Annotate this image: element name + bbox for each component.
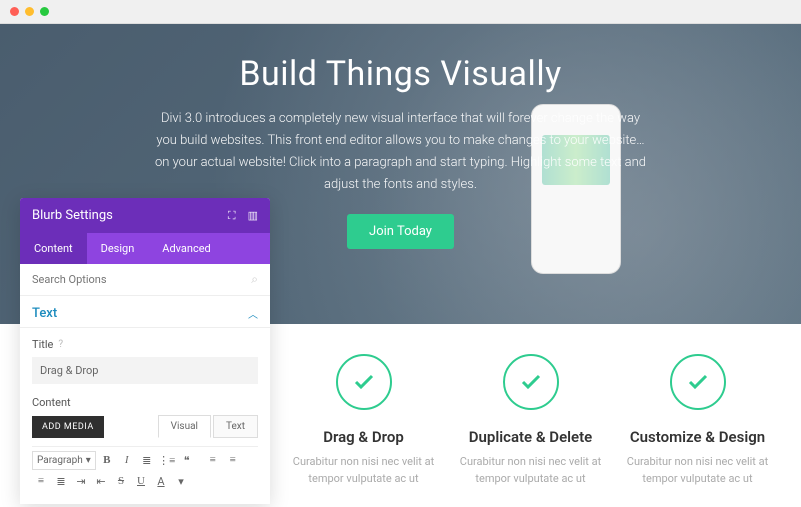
- help-icon[interactable]: ?: [58, 339, 63, 350]
- search-icon[interactable]: ⌕: [251, 272, 258, 287]
- align-justify-icon[interactable]: ≣: [52, 472, 70, 490]
- checkmark-icon: [503, 354, 559, 410]
- feature-desc: Curabitur non nisi nec velit at tempor v…: [290, 454, 437, 487]
- feature-title: Drag & Drop: [290, 428, 437, 446]
- checkmark-icon: [336, 354, 392, 410]
- underline-icon[interactable]: U: [132, 472, 150, 490]
- text-color-icon[interactable]: A: [152, 472, 170, 490]
- panel-body: Title ? Content ADD MEDIA Visual Text Pa…: [20, 328, 270, 504]
- format-select[interactable]: Paragraph▾: [32, 451, 96, 470]
- add-media-button[interactable]: ADD MEDIA: [32, 416, 104, 438]
- feature-item: Drag & Drop Curabitur non nisi nec velit…: [280, 354, 447, 487]
- panel-header: Blurb Settings ⛶ ▥: [20, 198, 270, 233]
- bold-icon[interactable]: B: [98, 451, 116, 469]
- expand-icon[interactable]: ⛶: [228, 209, 236, 223]
- window-titlebar: [0, 0, 801, 24]
- zoom-dot[interactable]: [40, 7, 49, 16]
- search-row: ⌕: [20, 264, 270, 296]
- tab-advanced[interactable]: Advanced: [148, 233, 224, 264]
- checkmark-icon: [670, 354, 726, 410]
- hero-description: Divi 3.0 introduces a completely new vis…: [151, 108, 651, 196]
- blurb-settings-panel: Blurb Settings ⛶ ▥ Content Design Advanc…: [20, 198, 270, 504]
- bullet-list-icon[interactable]: ≣: [138, 451, 156, 469]
- feature-desc: Curabitur non nisi nec velit at tempor v…: [457, 454, 604, 487]
- feature-title: Customize & Design: [624, 428, 771, 446]
- minimize-dot[interactable]: [25, 7, 34, 16]
- tab-design[interactable]: Design: [87, 233, 149, 264]
- panel-tabs: Content Design Advanced: [20, 233, 270, 264]
- content-label: Content: [32, 396, 258, 409]
- align-left-icon[interactable]: ≡: [204, 451, 222, 469]
- editor-tab-visual[interactable]: Visual: [158, 415, 211, 438]
- feature-item: Duplicate & Delete Curabitur non nisi ne…: [447, 354, 614, 487]
- title-label-row: Title ?: [32, 338, 258, 351]
- title-label: Title: [32, 338, 53, 351]
- search-input[interactable]: [32, 273, 251, 286]
- more-icon[interactable]: ▾: [172, 472, 190, 490]
- tab-content[interactable]: Content: [20, 233, 87, 264]
- feature-title: Duplicate & Delete: [457, 428, 604, 446]
- editor-toolbar: Paragraph▾ B I ≣ ⋮≡ ❝ ≡ ≡ ≡ ≣ ⇥ ⇤ S U A …: [32, 446, 258, 494]
- italic-icon[interactable]: I: [118, 451, 136, 469]
- editor-tab-text[interactable]: Text: [213, 415, 258, 438]
- indent-icon[interactable]: ⇥: [72, 472, 90, 490]
- strikethrough-icon[interactable]: S: [112, 472, 130, 490]
- outdent-icon[interactable]: ⇤: [92, 472, 110, 490]
- feature-item: Customize & Design Curabitur non nisi ne…: [614, 354, 781, 487]
- feature-desc: Curabitur non nisi nec velit at tempor v…: [624, 454, 771, 487]
- text-section-header[interactable]: Text ︿: [20, 296, 270, 328]
- chevron-up-icon[interactable]: ︿: [248, 306, 258, 321]
- columns-icon[interactable]: ▥: [248, 209, 258, 223]
- quote-icon[interactable]: ❝: [178, 451, 196, 469]
- panel-title: Blurb Settings: [32, 208, 113, 223]
- align-center-icon[interactable]: ≡: [224, 451, 242, 469]
- numbered-list-icon[interactable]: ⋮≡: [158, 451, 176, 469]
- title-input[interactable]: [32, 357, 258, 384]
- close-dot[interactable]: [10, 7, 19, 16]
- section-label: Text: [32, 306, 57, 321]
- join-today-button[interactable]: Join Today: [347, 214, 454, 249]
- align-right-icon[interactable]: ≡: [32, 472, 50, 490]
- hero-title: Build Things Visually: [239, 54, 561, 94]
